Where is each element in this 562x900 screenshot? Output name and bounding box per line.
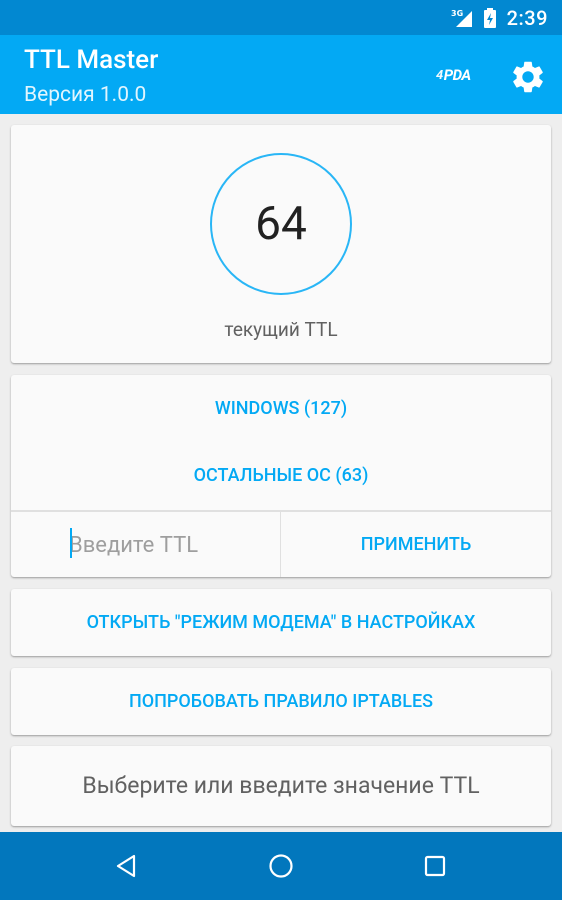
current-ttl-caption: текущий TTL	[224, 318, 338, 341]
home-button[interactable]	[261, 846, 301, 886]
recents-button[interactable]	[415, 846, 455, 886]
recents-icon	[424, 855, 446, 877]
current-ttl-value: 64	[255, 197, 307, 251]
open-modem-settings-button[interactable]: ОТКРЫТЬ "РЕЖИМ МОДЕМА" В НАСТРОЙКАХ	[11, 589, 551, 656]
screen: 3G 2:39 TTL Master Версия 1.0.0 4 PDA 64…	[0, 0, 562, 900]
hint-text: Выберите или введите значение TTL	[82, 772, 480, 799]
gear-icon	[513, 61, 543, 93]
back-button[interactable]	[106, 846, 146, 886]
current-ttl-card: 64 текущий TTL	[11, 125, 551, 363]
text-cursor	[70, 528, 72, 558]
signal-icon: 3G	[451, 8, 473, 28]
apply-button[interactable]: ПРИМЕНИТЬ	[281, 512, 551, 577]
status-bar: 3G 2:39	[0, 0, 562, 35]
app-bar: TTL Master Версия 1.0.0 4 PDA	[0, 35, 562, 114]
clock: 2:39	[506, 5, 548, 30]
ttl-circle: 64	[210, 153, 352, 295]
logo-text: PDA	[443, 66, 471, 84]
modem-settings-card: ОТКРЫТЬ "РЕЖИМ МОДЕМА" В НАСТРОЙКАХ	[11, 589, 551, 656]
app-version: Версия 1.0.0	[24, 83, 147, 107]
windows-preset-button[interactable]: WINDOWS (127)	[11, 387, 551, 431]
home-icon	[269, 854, 293, 878]
pda-logo-icon[interactable]: 4 PDA	[436, 64, 486, 86]
navigation-bar	[0, 832, 562, 900]
app-title: TTL Master	[24, 45, 159, 75]
settings-button[interactable]	[506, 55, 550, 99]
ttl-input[interactable]	[69, 525, 269, 565]
try-iptables-button[interactable]: ПОПРОБОВАТЬ ПРАВИЛО IPTABLES	[11, 668, 551, 735]
hint-card: Выберите или введите значение TTL	[11, 746, 551, 826]
logo-prefix: 4	[436, 67, 443, 83]
other-os-preset-button[interactable]: ОСТАЛЬНЫЕ ОС (63)	[11, 454, 551, 498]
ttl-presets-card: WINDOWS (127) ОСТАЛЬНЫЕ ОС (63) ПРИМЕНИТ…	[11, 375, 551, 577]
battery-charging-icon	[483, 7, 497, 28]
back-icon	[116, 854, 136, 878]
iptables-card: ПОПРОБОВАТЬ ПРАВИЛО IPTABLES	[11, 668, 551, 735]
network-type-label: 3G	[451, 9, 463, 18]
